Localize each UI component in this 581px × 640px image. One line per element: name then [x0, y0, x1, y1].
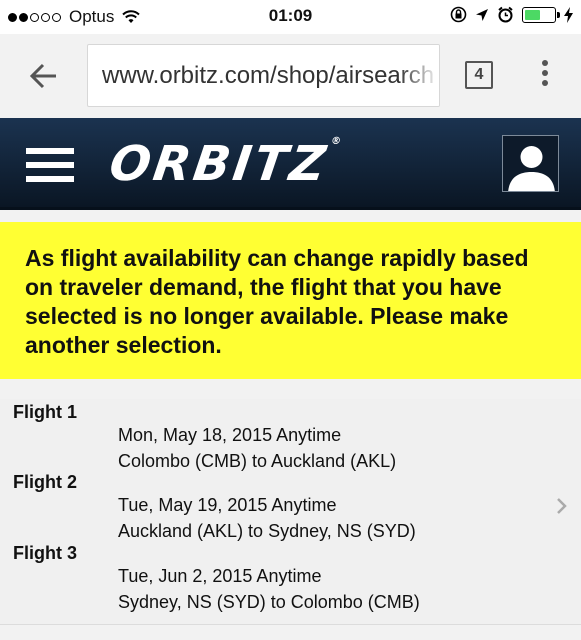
itinerary-summary[interactable]: Flight 1 Mon, May 18, 2015 Anytime Colom… [0, 399, 581, 625]
flight-1-date: Mon, May 18, 2015 Anytime [118, 425, 342, 445]
charging-bolt-icon [564, 6, 573, 23]
alert-message: As flight availability can change rapidl… [25, 245, 529, 358]
chevron-right-icon[interactable] [555, 496, 569, 516]
status-bar: Optus 01:09 [0, 0, 581, 34]
availability-alert: As flight availability can change rapidl… [0, 222, 581, 379]
alarm-clock-icon [498, 6, 513, 23]
back-arrow-icon[interactable] [26, 58, 62, 94]
browser-toolbar: www.orbitz.com/shop/airsearch 4 [0, 34, 581, 118]
battery-icon [522, 6, 560, 23]
flight-1-details: Mon, May 18, 2015 Anytime Colombo (CMB) … [118, 422, 396, 474]
user-silhouette-icon [508, 146, 555, 191]
orbitz-logo[interactable]: ORBITZ® [106, 136, 342, 192]
flight-1-label: Flight 1 [13, 402, 77, 422]
flight-3-details: Tue, Jun 2, 2015 Anytime Sydney, NS (SYD… [118, 563, 420, 615]
account-button[interactable] [502, 135, 559, 192]
flight-2-date: Tue, May 19, 2015 Anytime [118, 495, 337, 515]
flight-1-route: Colombo (CMB) to Auckland (AKL) [118, 451, 397, 471]
status-icons [450, 6, 573, 23]
flight-2-label: Flight 2 [13, 472, 77, 492]
url-text: www.orbitz.com/shop/airsearch [102, 62, 435, 89]
flight-2-route: Auckland (AKL) to Sydney, NS (SYD) [118, 521, 416, 541]
address-bar[interactable]: www.orbitz.com/shop/airsearch [87, 44, 440, 107]
site-header: ORBITZ® [0, 118, 581, 210]
tab-switcher-button[interactable]: 4 [465, 61, 493, 89]
location-arrow-icon [476, 8, 488, 21]
rotation-lock-icon [450, 6, 467, 23]
flight-2-details: Tue, May 19, 2015 Anytime Auckland (AKL)… [118, 492, 416, 544]
flight-3-route: Sydney, NS (SYD) to Colombo (CMB) [118, 592, 420, 612]
flight-3-date: Tue, Jun 2, 2015 Anytime [118, 566, 322, 586]
overflow-menu-icon[interactable] [535, 60, 555, 90]
hamburger-menu-icon[interactable] [26, 148, 74, 182]
flight-3-label: Flight 3 [13, 543, 77, 563]
